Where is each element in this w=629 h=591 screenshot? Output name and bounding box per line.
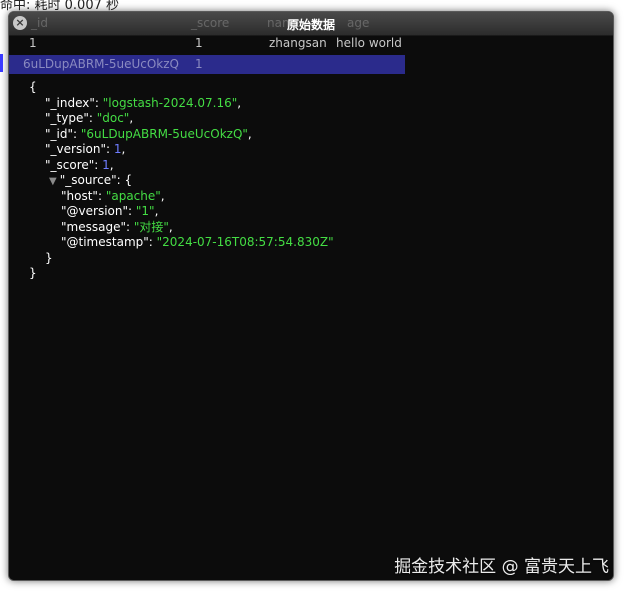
- json-punctuation: ,: [129, 111, 134, 125]
- cell-score: 1: [195, 57, 203, 71]
- collapse-toggle-icon[interactable]: ▼: [49, 176, 57, 187]
- json-punctuation: ,: [237, 95, 242, 110]
- json-key: "_index":: [45, 95, 99, 110]
- json-line-type: "_type": "doc",: [29, 111, 334, 127]
- json-string-value: "1": [135, 204, 155, 218]
- json-punctuation: ,: [109, 157, 114, 172]
- json-punctuation: ,: [247, 126, 252, 141]
- json-line-source: ▼ "_source": {: [29, 173, 334, 189]
- json-punctuation: ,: [154, 204, 159, 218]
- json-string-value: "doc": [96, 111, 130, 125]
- json-key: "_source":: [59, 173, 121, 187]
- json-punctuation: ,: [160, 188, 165, 203]
- json-string-value: "apache": [105, 188, 161, 203]
- json-key: "_score":: [45, 157, 99, 172]
- json-line-host: "host": "apache",: [29, 189, 334, 205]
- json-line: {: [29, 80, 334, 96]
- json-punctuation: {: [124, 173, 133, 187]
- selection-edge-marker: [0, 54, 3, 72]
- cell-id: 6uLDupABRM-5ueUcOkzQ: [23, 57, 179, 71]
- json-string-value: "6uLDupABRM-5ueUcOkzQ": [80, 126, 248, 141]
- watermark: 掘金技术社区 @ 富贵天上飞: [394, 557, 609, 577]
- json-punctuation: }: [45, 250, 53, 265]
- json-string-value: "2024-07-16T08:57:54.830Z": [156, 235, 334, 249]
- cell-id: 1: [29, 36, 37, 50]
- json-line-atversion: "@version": "1",: [29, 204, 334, 220]
- cell-name: zhangsan: [269, 36, 327, 50]
- json-key: "_type":: [45, 111, 93, 125]
- json-key: "@version":: [61, 204, 133, 218]
- json-key: "_id":: [45, 126, 78, 141]
- dialog-title: 原始数据: [286, 18, 335, 32]
- json-key: "_version":: [45, 142, 111, 156]
- json-punctuation: ,: [168, 219, 173, 234]
- json-line-index: "_index": "logstash-2024.07.16",: [29, 96, 334, 112]
- json-line-timestamp: "@timestamp": "2024-07-16T08:57:54.830Z": [29, 235, 334, 251]
- json-line: }: [29, 251, 334, 267]
- json-line-score: "_score": 1,: [29, 158, 334, 174]
- json-punctuation: {: [29, 80, 37, 94]
- json-key: "host":: [61, 188, 102, 203]
- page: 命中: 耗时 0.007 秒 _id _score name age × 原始数…: [0, 0, 629, 591]
- table-row[interactable]: 1 1 zhangsan hello world: [9, 36, 613, 54]
- dialog-body: 1 1 zhangsan hello world 6uLDupABRM-5ueU…: [9, 36, 613, 580]
- json-string-value: "logstash-2024.07.16": [102, 95, 238, 110]
- selected-table-row[interactable]: 6uLDupABRM-5ueUcOkzQ 1: [9, 55, 405, 74]
- json-punctuation: ,: [121, 142, 126, 156]
- json-key: "message":: [61, 219, 131, 234]
- json-punctuation: }: [29, 266, 37, 280]
- json-line-id: "_id": "6uLDupABRM-5ueUcOkzQ",: [29, 127, 334, 143]
- json-number-value: 1: [113, 142, 122, 156]
- dialog-titlebar[interactable]: _id _score name age × 原始数据: [9, 12, 613, 36]
- cell-score: 1: [195, 36, 203, 50]
- json-viewer: { "_index": "logstash-2024.07.16", "_typ…: [29, 80, 334, 282]
- json-line: }: [29, 266, 334, 282]
- raw-data-dialog: _id _score name age × 原始数据 1 1 zhangsan …: [8, 11, 614, 581]
- json-line-version: "_version": 1,: [29, 142, 334, 158]
- json-key: "@timestamp":: [61, 235, 153, 249]
- cell-age: hello world: [336, 36, 402, 50]
- json-string-value: "对接": [133, 219, 169, 234]
- json-number-value: 1: [102, 157, 110, 172]
- json-line-message: "message": "对接",: [29, 220, 334, 236]
